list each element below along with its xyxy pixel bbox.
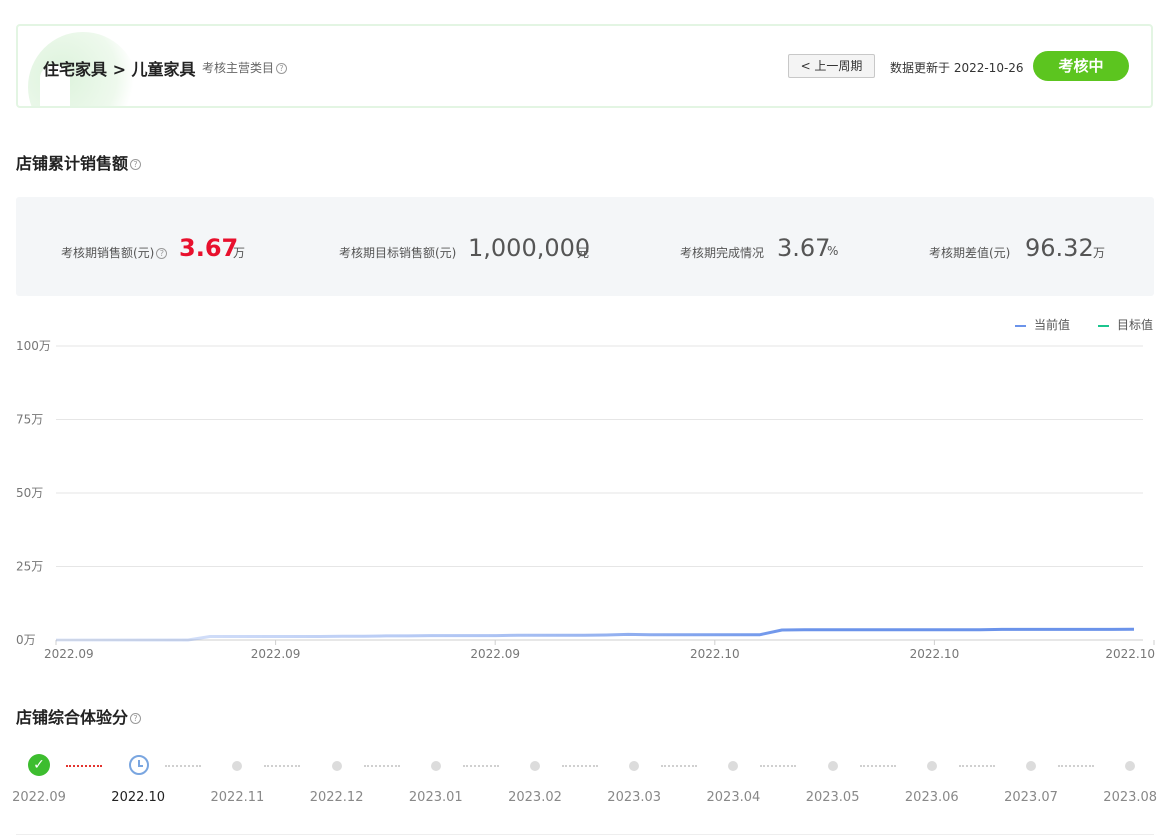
legend-swatch-target (1098, 324, 1109, 327)
timeline-connector (66, 765, 102, 767)
timeline-month-label: 2023.05 (805, 790, 860, 805)
timeline-month-label: 2022.11 (210, 790, 265, 805)
clock-icon (129, 755, 149, 775)
legend-item-current[interactable]: 当前值 (1015, 316, 1070, 333)
chart-canvas: 0万 25万 50万 75万 100万 2022.09 2022.09 2022.09 2022… (16, 339, 1155, 661)
legend-swatch-current (1015, 324, 1026, 327)
timeline-connector (264, 765, 301, 767)
timeline-connector (562, 765, 598, 767)
timeline-month-label: 2023.04 (706, 790, 761, 805)
timeline-month-label: 2022.12 (309, 790, 364, 805)
timeline-connector (363, 765, 400, 767)
timeline-connector (1058, 765, 1094, 767)
sales-section-title-text: 店铺累计销售额 (16, 154, 129, 173)
timeline-month-label: 2023.08 (1103, 790, 1158, 805)
stat-label-sales: 考核期销售额(元)? (61, 244, 168, 261)
y-tick-label: 25万 (16, 560, 43, 574)
legend-label-target: 目标值 (1117, 318, 1154, 332)
main-category-label: 考核主营类目? (202, 59, 288, 76)
sales-stats-panel: 考核期销售额(元)? 3.67 万 考核期目标销售额(元) 1,000,000 … (16, 197, 1154, 296)
assessment-header-card: 住宅家具 > 儿童家具 考核主营类目? < 上一周期 数据更新于 2022-10… (16, 24, 1153, 108)
x-tick-label: 2022.10 (910, 647, 960, 661)
help-icon[interactable]: ? (130, 713, 142, 724)
timeline-connector (462, 765, 499, 767)
x-tick-label: 2022.09 (44, 647, 94, 661)
timeline-month-label: 2023.02 (508, 790, 562, 805)
main-category-text: 考核主营类目 (202, 61, 275, 75)
timeline-dot (728, 761, 739, 771)
stat-label-gap: 考核期差值(元) (929, 246, 1011, 260)
data-update-time: 数据更新于 2022-10-26 (890, 61, 1024, 75)
y-tick-label: 75万 (16, 413, 43, 427)
timeline-connector (958, 765, 995, 767)
experience-section-title-text: 店铺综合体验分 (16, 708, 129, 727)
timeline-month-label: 2023.07 (1004, 790, 1058, 805)
y-tick-label: 100万 (16, 339, 51, 353)
timeline-dot (1026, 761, 1036, 771)
timeline-connector (165, 765, 202, 767)
timeline-dot (629, 761, 640, 771)
timeline-connector (760, 765, 797, 767)
x-tick-label: 2022.09 (251, 647, 301, 661)
stat-label-target: 考核期目标销售额(元) (339, 246, 457, 260)
stat-value-completion: 3.67 (777, 234, 831, 262)
x-tick-label: 2022.10 (690, 647, 740, 661)
timeline-month-label: 2022.09 (12, 790, 66, 805)
legend-label-current: 当前值 (1034, 318, 1071, 332)
legend-item-target[interactable]: 目标值 (1098, 316, 1153, 333)
timeline-dot (1125, 761, 1136, 771)
check-icon: ✓ (28, 754, 50, 776)
y-tick-label: 0万 (16, 633, 36, 647)
stat-value-gap: 96.32 (1025, 234, 1094, 262)
timeline-dot (232, 761, 243, 771)
timeline-dot (530, 761, 540, 771)
help-icon[interactable]: ? (156, 248, 168, 259)
timeline-dot (926, 761, 937, 771)
y-tick-label: 50万 (16, 486, 43, 500)
stat-unit-completion: % (827, 244, 839, 258)
stat-unit-sales: 万 (233, 246, 246, 260)
x-tick-label: 2022.09 (470, 647, 520, 661)
stat-value-sales: 3.67 (179, 234, 239, 262)
timeline-connector (859, 765, 896, 767)
x-tick-label: 2022.10 (1105, 647, 1155, 661)
previous-period-button[interactable]: < 上一周期 (788, 54, 875, 78)
help-icon[interactable]: ? (130, 159, 142, 170)
series-line-current (56, 627, 1135, 642)
status-badge: 考核中 (1033, 51, 1129, 81)
timeline-month-label: 2023.06 (904, 790, 959, 805)
stat-unit-gap: 万 (1093, 246, 1106, 260)
stat-label-completion: 考核期完成情况 (680, 246, 765, 260)
sales-section-title: 店铺累计销售额? (16, 150, 142, 174)
timeline-dot (430, 761, 441, 771)
timeline-dot (827, 761, 838, 771)
stat-label-sales-text: 考核期销售额(元) (61, 246, 155, 260)
timeline-connector (661, 765, 698, 767)
divider (16, 834, 1154, 835)
category-breadcrumb: 住宅家具 > 儿童家具 (43, 60, 196, 79)
stat-unit-target: 元 (577, 246, 590, 260)
help-icon[interactable]: ? (276, 63, 288, 74)
timeline-dot (331, 761, 342, 771)
timeline-month-label: 2023.01 (408, 790, 463, 805)
timeline-month-label: 2022.10 (111, 790, 166, 805)
timeline-month-label: 2023.03 (607, 790, 662, 805)
stat-value-target: 1,000,000 (468, 234, 591, 262)
sales-chart: 当前值 目标值 0万 25万 50万 75万 100万 2022.09 2022.09 202… (0, 305, 1169, 674)
experience-section-title: 店铺综合体验分? (16, 704, 142, 728)
